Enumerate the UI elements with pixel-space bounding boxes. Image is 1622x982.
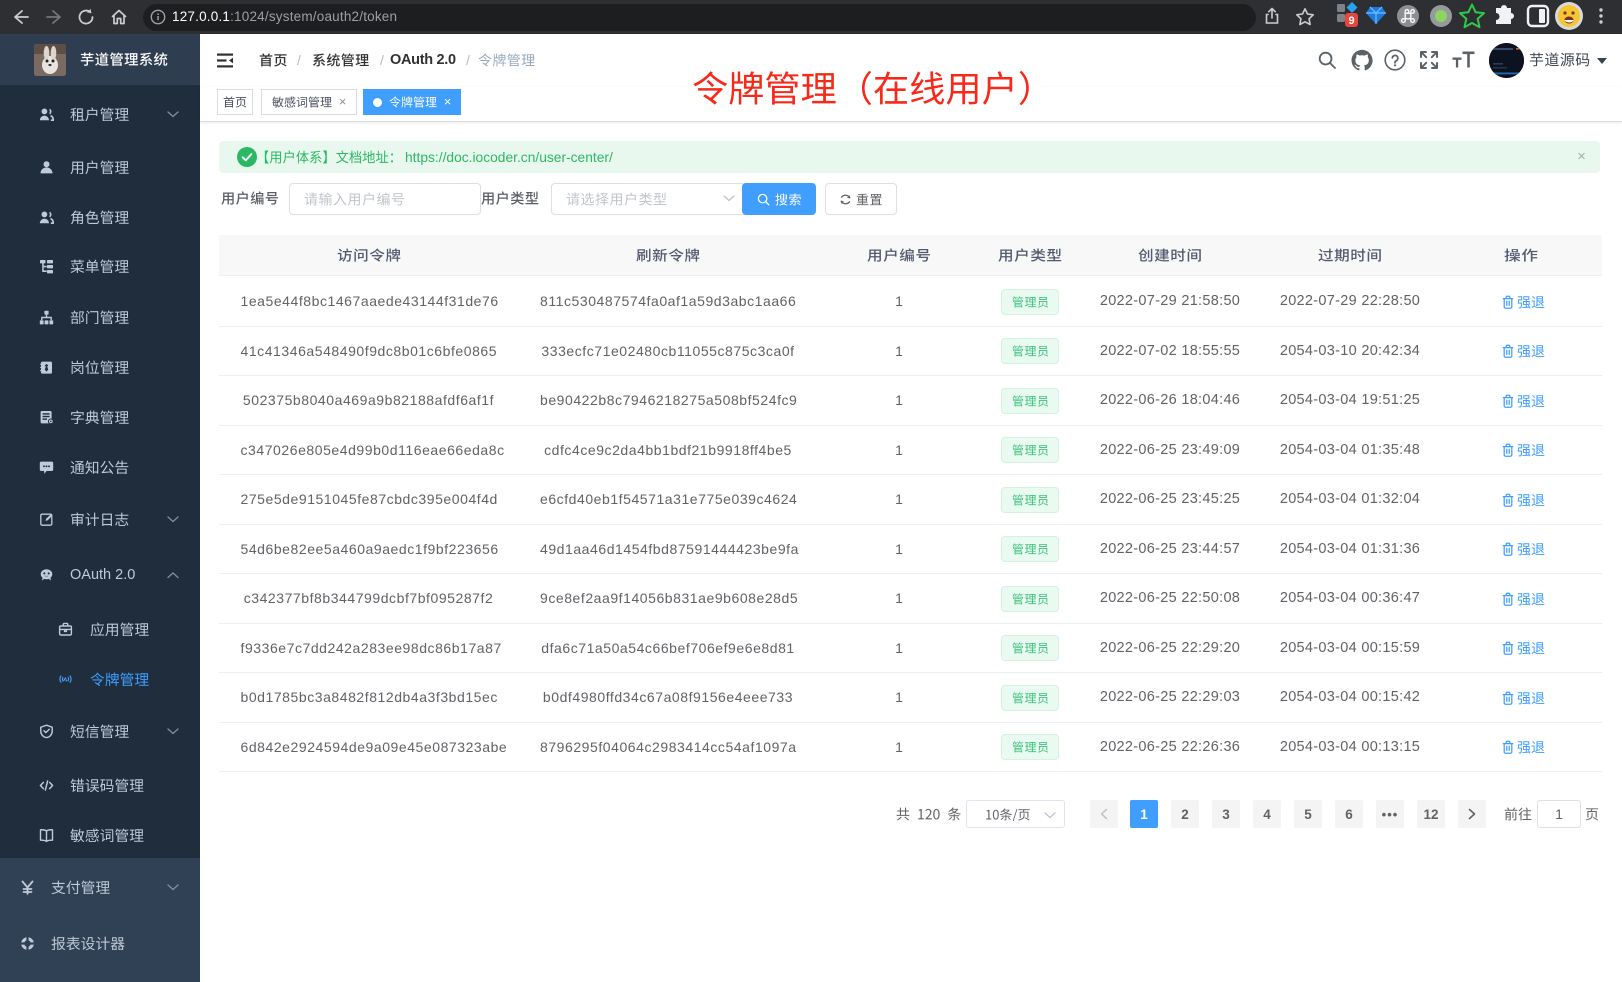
svg-text:9: 9 bbox=[1348, 15, 1354, 27]
